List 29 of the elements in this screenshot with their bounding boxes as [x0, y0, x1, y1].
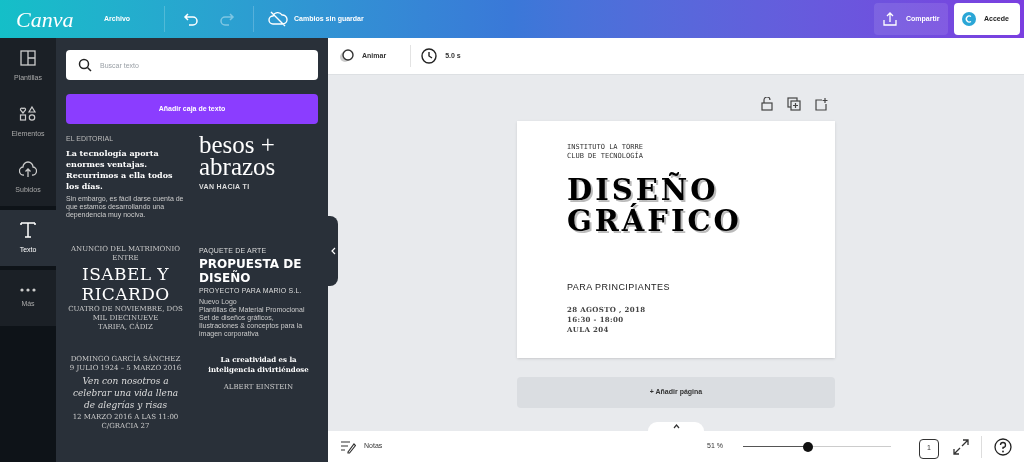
undo-icon[interactable] — [183, 12, 200, 26]
add-page-icon[interactable] — [815, 97, 829, 111]
collapse-handle[interactable] — [328, 216, 338, 286]
clock-icon[interactable] — [421, 48, 438, 64]
shapes-icon — [19, 104, 37, 123]
help-icon[interactable] — [994, 437, 1012, 456]
cloud-off-icon — [268, 11, 289, 27]
template-text: La tecnología aporta enormes ventajas. Recurrimos a ella todos los días. — [66, 147, 174, 192]
avatar-icon — [962, 12, 976, 26]
pages-toggle[interactable] — [648, 422, 704, 431]
chevron-up-icon — [672, 424, 680, 429]
cloud-upload-icon — [19, 160, 37, 179]
notes-icon[interactable] — [340, 439, 356, 454]
template-text: besos + abrazos — [199, 134, 277, 178]
fullscreen-icon[interactable] — [953, 438, 969, 455]
layout-icon — [19, 48, 37, 67]
template-text: ISABEL Y RICARDO — [80, 263, 171, 304]
lock-icon[interactable] — [761, 97, 773, 111]
animate-icon[interactable] — [338, 48, 356, 64]
chevron-left-icon — [330, 247, 336, 255]
template-text: Ven con nosotros a celebrar una vida llena de alegrías y risas — [71, 375, 180, 412]
upload-icon — [882, 11, 898, 27]
template-text: PROPUESTA DE DISEÑO — [199, 257, 303, 286]
text-icon — [19, 220, 37, 239]
zoom-slider[interactable] — [743, 440, 891, 453]
page-text[interactable]: PARA PRINCIPIANTES — [567, 281, 835, 295]
more-icon — [19, 286, 37, 293]
duplicate-icon[interactable] — [787, 97, 801, 111]
search-icon — [78, 58, 92, 72]
